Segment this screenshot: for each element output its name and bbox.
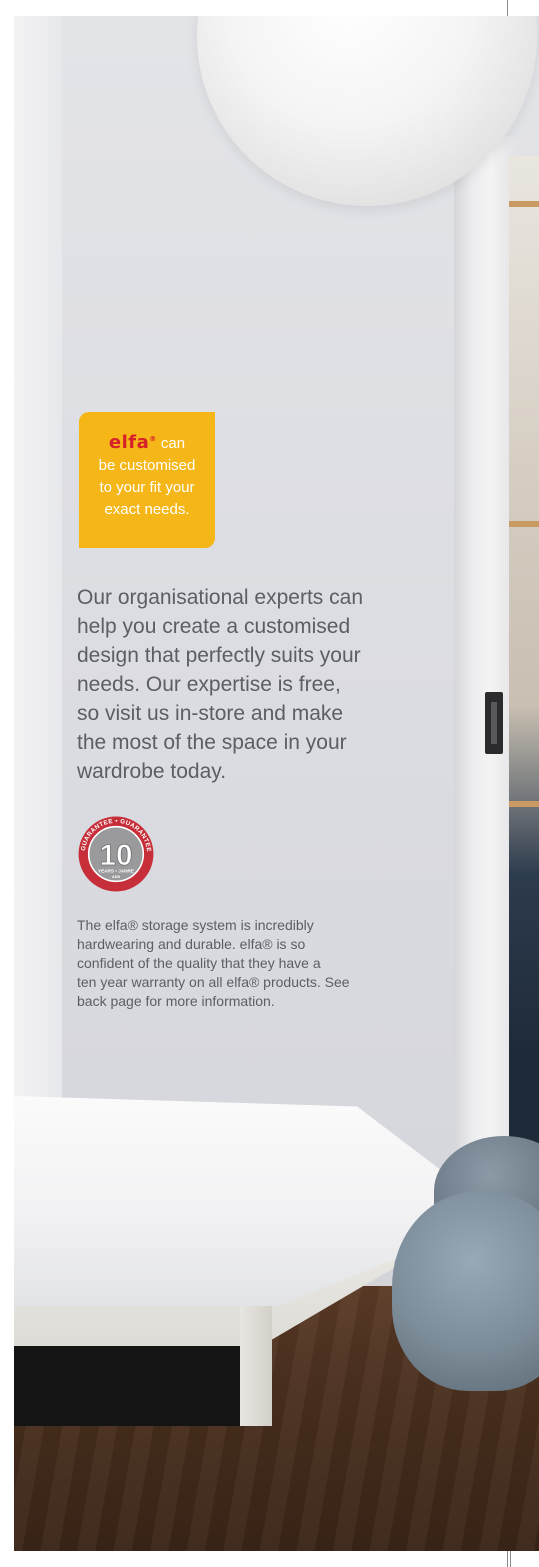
intro-line: the most of the space in your [77,731,347,754]
badge-text: to your fit your [99,479,195,496]
intro-line: wardrobe today. [77,760,227,783]
warranty-line: The elfa® storage system is incredibly [77,917,314,933]
seal-years-text: YEARS • JAHRE [98,869,134,874]
ten-year-warranty-seal-icon: GUARANTEE • GUARANTEE • WARRANTY 10 YEAR… [77,815,154,892]
intro-line: design that perfectly suits your [77,644,361,667]
intro-line: help you create a customised [77,615,351,638]
warranty-paragraph: The elfa® storage system is incredibly h… [77,916,452,1011]
door-handle [485,692,503,754]
pouf [392,1191,539,1391]
badge-line-1: elfa® can [79,428,215,455]
wardrobe-shelf [509,801,539,807]
badge-text: exact needs. [104,501,190,518]
intro-paragraph: Our organisational experts can help you … [77,583,477,786]
bed-duvet [14,1096,454,1306]
warranty-line: confident of the quality that they have … [77,955,321,971]
badge-text: be customised [98,457,196,474]
wall-edge [14,16,62,1256]
wardrobe-shelf [509,201,539,207]
warranty-line: ten year warranty on all elfa® products.… [77,974,350,990]
seal-number: 10 [100,839,133,872]
bed-leg [240,1306,272,1426]
intro-line: so visit us in-store and make [77,702,344,725]
wardrobe-shelf [509,521,539,527]
warranty-line: back page for more information. [77,993,275,1009]
warranty-line: hardwearing and durable. elfa® is so [77,936,306,952]
seal-ans-text: ANS [112,874,121,879]
brochure-page: elfa® can be customised to your fit your… [0,0,539,1567]
elfa-callout-badge: elfa® can be customised to your fit your… [79,412,215,548]
intro-line: Our organisational experts can [77,586,363,609]
intro-line: needs. Our expertise is free, [77,673,341,696]
crop-mark [510,1550,511,1567]
badge-text: can [160,435,186,452]
elfa-logo: elfa® [108,432,157,453]
crop-mark [507,1550,508,1567]
open-wardrobe [509,156,539,1156]
